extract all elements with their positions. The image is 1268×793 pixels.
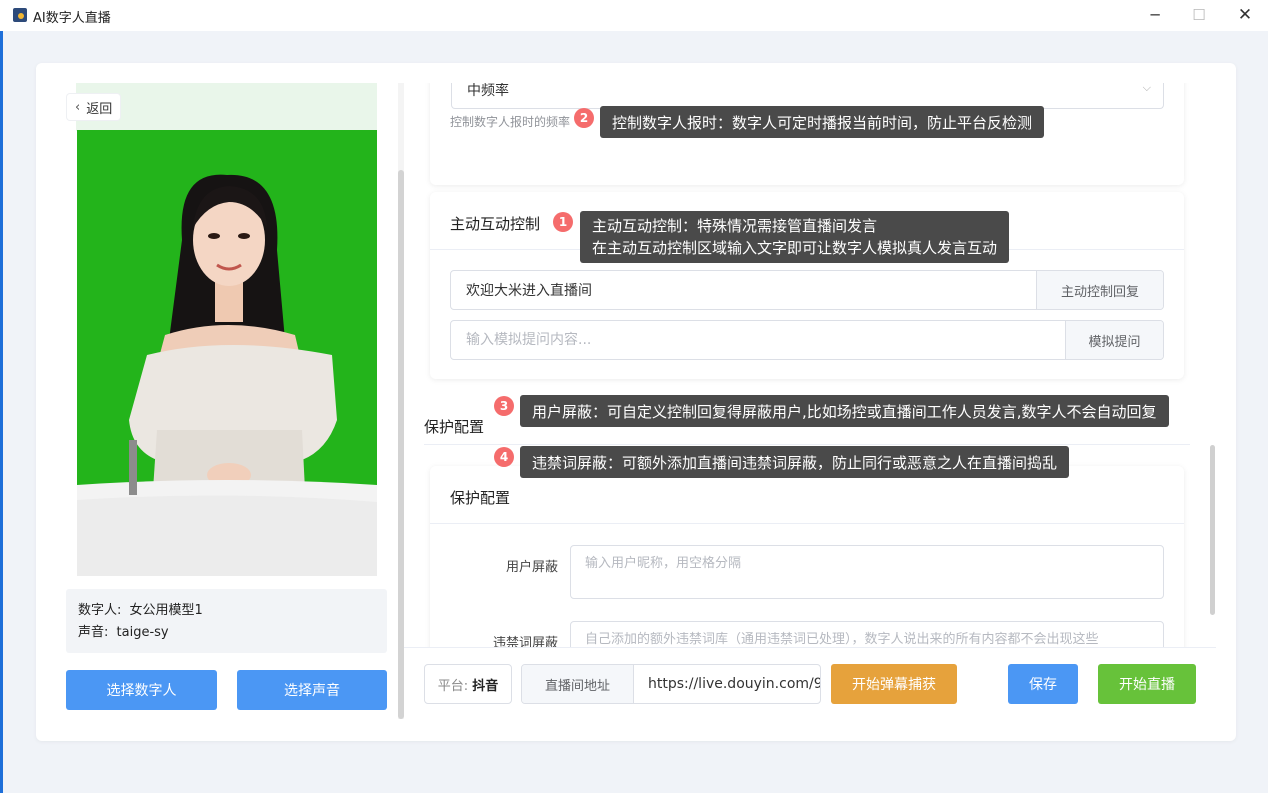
digital-human-row: 数字人: 女公用模型1 bbox=[78, 600, 375, 622]
back-label: 返回 bbox=[86, 101, 113, 117]
digital-human-info: 数字人: 女公用模型1 声音: taige-sy bbox=[66, 589, 387, 653]
app-icon bbox=[13, 8, 27, 22]
divider bbox=[430, 523, 1184, 524]
digital-human-value: 女公用模型1 bbox=[129, 603, 203, 618]
presenter-image bbox=[77, 174, 377, 576]
minimize-button[interactable]: ─ bbox=[1140, 3, 1170, 27]
maximize-button[interactable]: ☐ bbox=[1184, 3, 1214, 27]
digital-human-preview bbox=[77, 130, 377, 576]
annotation-tooltip-1: 主动互动控制：特殊情况需接管直播间发言 在主动互动控制区域输入文字即可让数字人模… bbox=[580, 211, 1010, 263]
bottom-divider bbox=[404, 647, 1216, 648]
annotation-badge-2: 2 bbox=[574, 108, 594, 128]
annotation-badge-4: 4 bbox=[494, 447, 514, 467]
annotation-tooltip-4: 违禁词屏蔽：可额外添加直播间违禁词屏蔽，防止同行或恶意之人在直播间捣乱 bbox=[520, 446, 1070, 478]
voice-label: 声音: bbox=[78, 625, 109, 640]
annotation-tooltip-1-line2: 在主动互动控制区域输入文字即可让数字人模拟真人发言互动 bbox=[592, 239, 998, 257]
settings-scroll-area[interactable]: 中频率 ⌵ 控制数字人报时的频率 主动互动控制 主动控制回复 模拟提问 保护配置… bbox=[404, 83, 1216, 647]
report-frequency-hint: 控制数字人报时的频率 bbox=[450, 115, 571, 129]
annotation-badge-1: 1 bbox=[553, 212, 573, 232]
report-frequency-value: 中频率 bbox=[467, 83, 509, 99]
banned-words-textarea[interactable] bbox=[570, 621, 1164, 647]
simulate-question-button[interactable]: 模拟提问 bbox=[1065, 321, 1163, 359]
banned-words-label: 违禁词屏蔽 bbox=[492, 636, 558, 647]
active-reply-input[interactable] bbox=[451, 271, 1036, 309]
voice-value: taige-sy bbox=[116, 625, 169, 640]
chevron-left-icon: ‹ bbox=[75, 99, 81, 115]
live-url-input[interactable]: https://live.douyin.com/90 bbox=[634, 665, 820, 703]
divider bbox=[424, 444, 1190, 445]
platform-indicator: 平台: 抖音 bbox=[424, 664, 512, 704]
platform-value: 抖音 bbox=[472, 678, 499, 694]
protection-card-title: 保护配置 bbox=[450, 489, 511, 507]
preview-header-strip bbox=[76, 83, 377, 131]
active-reply-button[interactable]: 主动控制回复 bbox=[1036, 271, 1163, 309]
select-voice-button[interactable]: 选择声音 bbox=[237, 670, 387, 710]
platform-label: 平台: bbox=[437, 678, 469, 694]
annotation-tooltip-1-line1: 主动互动控制：特殊情况需接管直播间发言 bbox=[592, 217, 878, 235]
live-url-group: 直播间地址 https://live.douyin.com/90 bbox=[521, 664, 821, 704]
active-reply-group: 主动控制回复 bbox=[450, 270, 1164, 310]
save-button[interactable]: 保存 bbox=[1008, 664, 1078, 704]
start-live-button[interactable]: 开始直播 bbox=[1098, 664, 1196, 704]
annotation-badge-3: 3 bbox=[494, 396, 514, 416]
digital-human-label: 数字人: bbox=[78, 603, 122, 618]
protection-section-title: 保护配置 bbox=[424, 418, 485, 436]
title-bar: AI数字人直播 ─ ☐ ✕ bbox=[0, 0, 1268, 31]
right-scrollbar-thumb[interactable] bbox=[1210, 445, 1215, 615]
back-button[interactable]: ‹ 返回 bbox=[67, 94, 121, 120]
select-digital-human-button[interactable]: 选择数字人 bbox=[66, 670, 217, 710]
user-block-textarea[interactable] bbox=[570, 545, 1164, 599]
chevron-down-icon: ⌵ bbox=[1142, 83, 1151, 94]
user-block-label: 用户屏蔽 bbox=[505, 560, 558, 575]
simulate-question-input[interactable] bbox=[451, 321, 1065, 359]
simulate-question-group: 模拟提问 bbox=[450, 320, 1164, 360]
window-title: AI数字人直播 bbox=[33, 11, 111, 26]
live-url-label: 直播间地址 bbox=[522, 665, 634, 703]
voice-row: 声音: taige-sy bbox=[78, 622, 375, 644]
window-left-accent bbox=[0, 0, 3, 793]
annotation-tooltip-2: 控制数字人报时：数字人可定时播报当前时间，防止平台反检测 bbox=[600, 106, 1045, 138]
start-capture-button[interactable]: 开始弹幕捕获 bbox=[831, 664, 957, 704]
active-interaction-title: 主动互动控制 bbox=[450, 215, 541, 233]
annotation-tooltip-3: 用户屏蔽：可自定义控制回复得屏蔽用户,比如场控或直播间工作人员发言,数字人不会自… bbox=[520, 395, 1169, 427]
close-button[interactable]: ✕ bbox=[1230, 3, 1260, 27]
